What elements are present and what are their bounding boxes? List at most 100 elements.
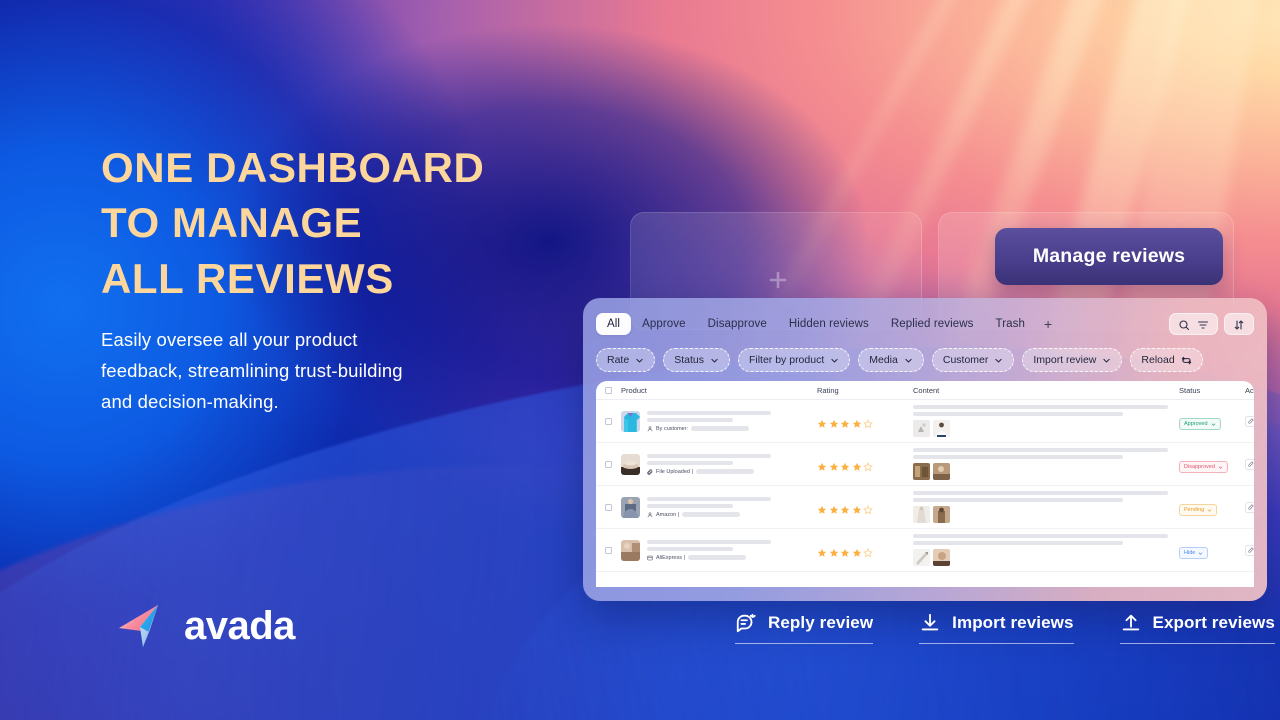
content-placeholder [913,447,1179,460]
chevron-down-icon [710,356,719,365]
media-thumbnail [933,463,950,481]
tab-trash[interactable]: Trash [985,313,1036,335]
product-name-placeholder: AliExpress | [647,539,771,561]
headline-line: ALL REVIEWS [101,254,394,302]
amazon-icon [647,511,653,518]
tab-disapprove[interactable]: Disapprove [697,313,778,335]
chevron-down-icon [1198,551,1203,556]
review-media[interactable] [913,549,1179,567]
row-checkbox[interactable] [605,503,621,511]
media-thumbnail [913,420,930,438]
import-reviews-action[interactable]: Import reviews [919,612,1074,644]
star-filled-icon [852,502,862,514]
export-reviews-action[interactable]: Export reviews [1119,612,1275,644]
page-title: ONE DASHBOARD TO MANAGE ALL REVIEWS [101,140,561,306]
row-checkbox[interactable] [605,417,621,425]
add-tab-button[interactable]: + [1036,314,1060,334]
star-empty-icon [863,416,873,429]
content-cell [913,490,1179,524]
star-filled-icon [840,416,850,428]
status-label: Disapproved [1184,464,1215,470]
review-source: File Uploaded | [647,469,771,475]
person-icon [647,425,653,432]
review-media[interactable] [913,420,1179,438]
content-placeholder [913,533,1179,546]
hero-copy: ONE DASHBOARD TO MANAGE ALL REVIEWS Easi… [101,140,561,418]
tab-hidden-reviews[interactable]: Hidden reviews [778,313,880,335]
filter-rate[interactable]: Rate [596,348,656,372]
table-row[interactable]: By customer: Approved [596,400,1254,443]
star-rating [817,459,913,472]
status-cell: Approved [1179,412,1245,430]
product-cell: AliExpress | [621,539,817,561]
status-badge[interactable]: Disapproved [1179,461,1228,473]
search-icon[interactable] [1178,318,1190,331]
filter-label: Filter by product [748,354,825,366]
review-source: AliExpress | [647,555,771,561]
row-checkbox[interactable] [605,546,621,554]
headline-line: TO MANAGE [101,199,363,247]
reload-button[interactable]: Reload [1130,348,1203,372]
filter-icon[interactable] [1197,318,1209,330]
product-name-placeholder: File Uploaded | [647,453,771,475]
status-badge[interactable]: Hide [1179,547,1209,559]
sort-icon[interactable] [1233,318,1245,330]
status-label: Pending [1184,507,1205,513]
reply-review-action[interactable]: Reply review [735,612,874,644]
review-media[interactable] [913,506,1179,524]
chevron-down-icon [1207,508,1212,513]
tab-all[interactable]: All [596,313,632,335]
star-filled-icon [852,459,862,471]
actions-cell [1245,458,1254,470]
upload-icon [1120,612,1142,634]
star-filled-icon [817,459,827,471]
rating-cell [817,545,913,558]
table-row[interactable]: File Uploaded | Disapproved [596,443,1254,486]
source-label: AliExpress | [656,554,685,561]
select-all-checkbox[interactable] [605,386,621,394]
source-label: File Uploaded | [656,468,693,475]
media-thumbnail [913,549,930,567]
product-thumbnail [621,410,640,432]
plus-icon [766,268,790,292]
tab-bar: All Approve Disapprove Hidden reviews Re… [596,309,1254,339]
row-checkbox[interactable] [605,460,621,468]
rating-cell [817,416,913,429]
media-thumbnail [933,549,950,567]
filter-customer[interactable]: Customer [931,348,1015,372]
action-label: Reply review [768,613,874,632]
edit-icon[interactable] [1245,501,1254,513]
table-row[interactable]: Amazon | Pending [596,486,1254,529]
status-badge[interactable]: Approved [1179,418,1221,430]
search-filter-group[interactable] [1169,313,1218,335]
product-cell: File Uploaded | [621,453,817,475]
product-cell: Amazon | [621,496,817,518]
review-media[interactable] [913,463,1179,481]
actions-cell [1245,501,1254,513]
tab-approve[interactable]: Approve [631,313,697,335]
edit-icon[interactable] [1245,544,1254,556]
table-header: Product Rating Content Status Actions [596,381,1254,400]
edit-icon[interactable] [1245,458,1254,470]
source-label: By customer: [656,425,689,432]
star-filled-icon [817,416,827,428]
filter-bar: Rate Status Filter by product Media Cust… [596,348,1254,372]
rating-cell [817,502,913,515]
manage-reviews-button[interactable]: Manage reviews [995,228,1223,285]
tab-replied-reviews[interactable]: Replied reviews [880,313,985,335]
sort-button[interactable] [1224,313,1254,335]
import-review-dropdown[interactable]: Import review [1022,348,1123,372]
table-row[interactable]: AliExpress | Hide [596,529,1254,572]
hero-subcopy: Easily oversee all your product feedback… [101,324,561,417]
star-rating [817,416,913,429]
subcopy-line: Easily oversee all your product [101,329,358,351]
filter-status[interactable]: Status [663,348,730,372]
reviews-table: Product Rating Content Status Actions [596,381,1254,587]
filter-by-product[interactable]: Filter by product [737,348,851,372]
filter-media[interactable]: Media [858,348,924,372]
edit-icon[interactable] [1245,415,1254,427]
product-name-placeholder: Amazon | [647,496,771,518]
status-label: Approved [1184,421,1208,427]
action-label: Export reviews [1152,613,1275,632]
status-badge[interactable]: Pending [1179,504,1218,516]
